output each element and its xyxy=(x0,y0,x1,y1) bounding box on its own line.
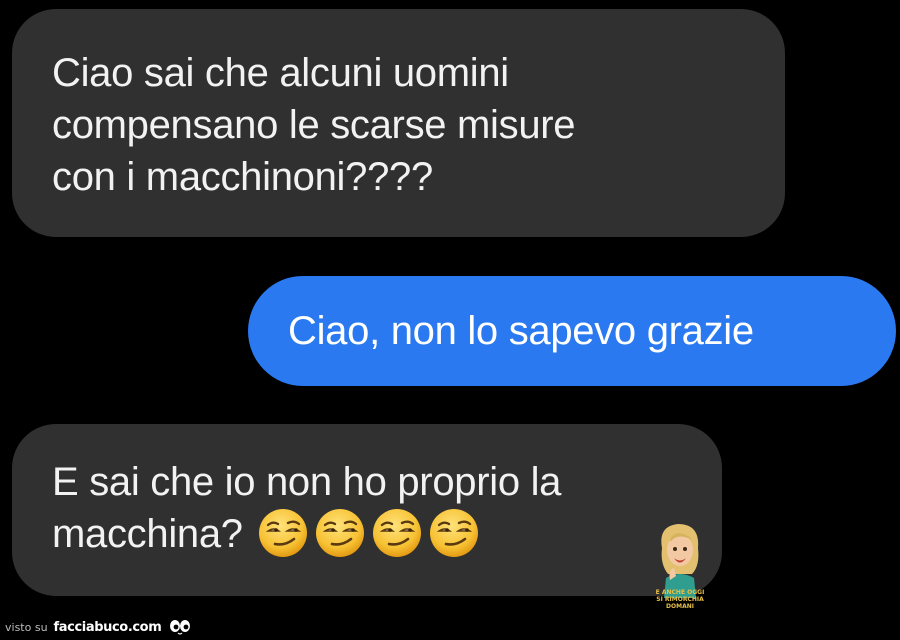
sticker-caption: E anche oggi si rimorchia domani xyxy=(655,589,705,610)
cartoon-woman-sticker: E anche oggi si rimorchia domani xyxy=(648,518,712,610)
message-text-line: E sai che io non ho proprio la xyxy=(52,460,562,504)
smirking-face-emoji-icon xyxy=(428,507,480,559)
eyes-logo-icon xyxy=(169,619,191,635)
watermark-site: facciabuco.com xyxy=(53,619,162,635)
message-text-line: Ciao sai che alcuni uomini xyxy=(52,51,509,95)
watermark-prefix: visto su xyxy=(5,620,48,634)
emoji-row xyxy=(257,507,480,559)
facciabuco-watermark: visto su facciabuco.com xyxy=(5,616,191,638)
incoming-message-bubble[interactable]: Ciao sai che alcuni uomini compensano le… xyxy=(12,9,785,237)
smirking-face-emoji-icon xyxy=(314,507,366,559)
message-text-line: macchina? xyxy=(52,508,682,562)
message-text-line: con i macchinoni???? xyxy=(52,155,433,199)
cartoon-woman-icon xyxy=(661,524,699,598)
message-text-line: compensano le scarse misure xyxy=(52,103,576,147)
smirking-face-emoji-icon xyxy=(257,507,309,559)
incoming-message-bubble[interactable]: E sai che io non ho proprio la macchina? xyxy=(12,424,722,596)
message-text-line: Ciao, non lo sapevo grazie xyxy=(288,309,754,353)
outgoing-message-bubble[interactable]: Ciao, non lo sapevo grazie xyxy=(248,276,896,386)
smirking-face-emoji-icon xyxy=(371,507,423,559)
